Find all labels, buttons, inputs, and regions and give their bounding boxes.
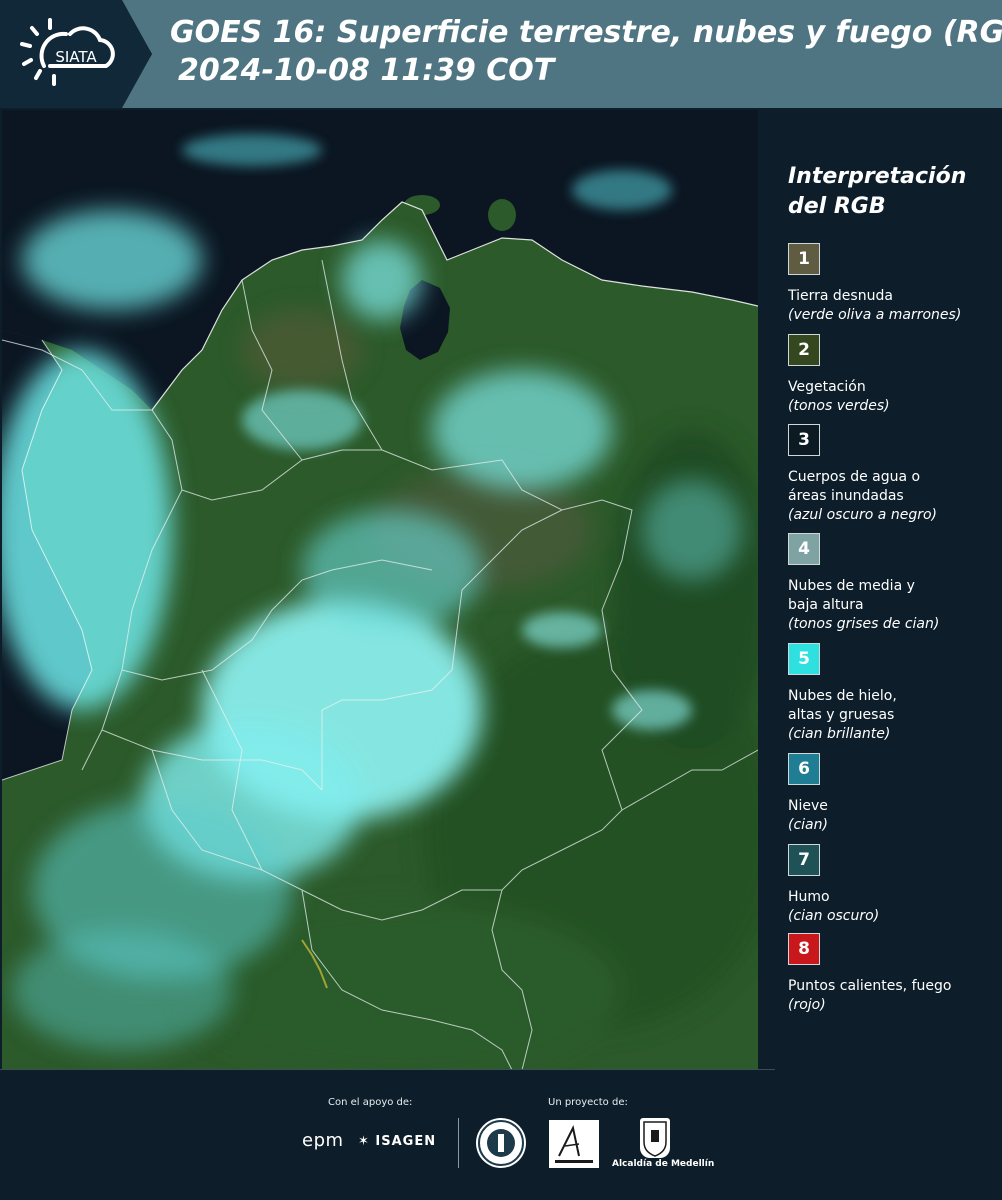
legend-sub: (cian brillante): [788, 726, 891, 742]
legend-label: Humo: [788, 889, 830, 905]
legend-item-fire: 8 Puntos calientes, fuego (rojo): [788, 933, 998, 1015]
legend-sub: (rojo): [788, 997, 826, 1013]
legend-item-vegetation: 2 Vegetación (tonos verdes): [788, 334, 998, 416]
legend-swatch: 2: [788, 334, 820, 366]
satellite-image: [2, 110, 758, 1070]
isagen-text: ISAGEN: [375, 1134, 437, 1149]
legend-sub: (azul oscuro a negro): [788, 507, 937, 523]
legend-sub: (tonos grises de cian): [788, 616, 940, 632]
legend-swatch: 5: [788, 643, 820, 675]
legend-label: Nubes de media y baja altura: [788, 578, 915, 613]
shield-icon: [643, 1121, 667, 1157]
legend-item-mid-low-clouds: 4 Nubes de media y baja altura (tonos gr…: [788, 533, 998, 634]
legend-label: Tierra desnuda: [788, 288, 893, 304]
legend-label: Nubes de hielo, altas y gruesas: [788, 688, 897, 723]
legend-sub: (verde oliva a marrones): [788, 307, 962, 323]
legend-swatch: 4: [788, 533, 820, 565]
isagen-logo: ✶ ISAGEN: [358, 1134, 437, 1149]
area-metropolitana-logo: [549, 1120, 599, 1168]
legend-swatch: 3: [788, 424, 820, 456]
footer-vertical-divider: [458, 1118, 459, 1168]
university-seal-logo: [476, 1118, 526, 1168]
legend-label: Puntos calientes, fuego: [788, 978, 952, 994]
seal-icon: [478, 1120, 524, 1166]
legend-number: 3: [798, 430, 810, 450]
alcaldia-label: Alcaldía de Medellín: [612, 1159, 715, 1169]
legend-item-water: 3 Cuerpos de agua o áreas inundadas (azu…: [788, 424, 998, 525]
alcaldia-shield-logo: [640, 1118, 670, 1158]
project-label: Un proyecto de:: [548, 1097, 628, 1108]
legend-sub: (cian oscuro): [788, 908, 880, 924]
legend-number: 2: [798, 340, 810, 360]
siata-logo: SIATA: [20, 18, 115, 86]
header: SIATA GOES 16: Superficie terrestre, nub…: [0, 0, 1002, 108]
legend-label: Vegetación: [788, 379, 866, 395]
legend-panel: Interpretación del RGB 1 Tierra desnuda …: [760, 110, 1002, 1070]
legend-number: 7: [798, 850, 810, 870]
legend-label: Cuerpos de agua o áreas inundadas: [788, 469, 921, 504]
satellite-map[interactable]: [2, 110, 758, 1070]
legend-label: Nieve: [788, 798, 828, 814]
legend-sub: (cian): [788, 817, 828, 833]
legend-item-bare-land: 1 Tierra desnuda (verde oliva a marrones…: [788, 243, 998, 325]
legend-sub: (tonos verdes): [788, 398, 890, 414]
legend-title-line-1: Interpretación: [788, 164, 967, 189]
title-line-1: GOES 16: Superficie terrestre, nubes y f…: [170, 15, 1002, 50]
legend-swatch: 8: [788, 933, 820, 965]
legend-swatch: 7: [788, 844, 820, 876]
page-title: GOES 16: Superficie terrestre, nubes y f…: [170, 14, 1002, 90]
siata-logo-text: SIATA: [55, 48, 97, 66]
area-logo-icon: [555, 1125, 593, 1163]
epm-logo: epm: [302, 1130, 344, 1151]
legend-swatch: 6: [788, 753, 820, 785]
legend-number: 8: [798, 939, 810, 959]
legend-number: 5: [798, 649, 810, 669]
legend-number: 6: [798, 759, 810, 779]
legend-number: 4: [798, 539, 810, 559]
support-label: Con el apoyo de:: [328, 1097, 413, 1108]
title-line-2: 2024-10-08 11:39 COT: [178, 53, 555, 88]
legend-swatch: 1: [788, 243, 820, 275]
footer-divider: [0, 1069, 775, 1070]
legend-title: Interpretación del RGB: [788, 162, 998, 222]
legend-item-smoke: 7 Humo (cian oscuro): [788, 844, 998, 926]
legend-number: 1: [798, 249, 810, 269]
legend-title-line-2: del RGB: [788, 194, 886, 219]
legend-item-snow: 6 Nieve (cian): [788, 753, 998, 835]
legend-item-ice-clouds: 5 Nubes de hielo, altas y gruesas (cian …: [788, 643, 998, 744]
